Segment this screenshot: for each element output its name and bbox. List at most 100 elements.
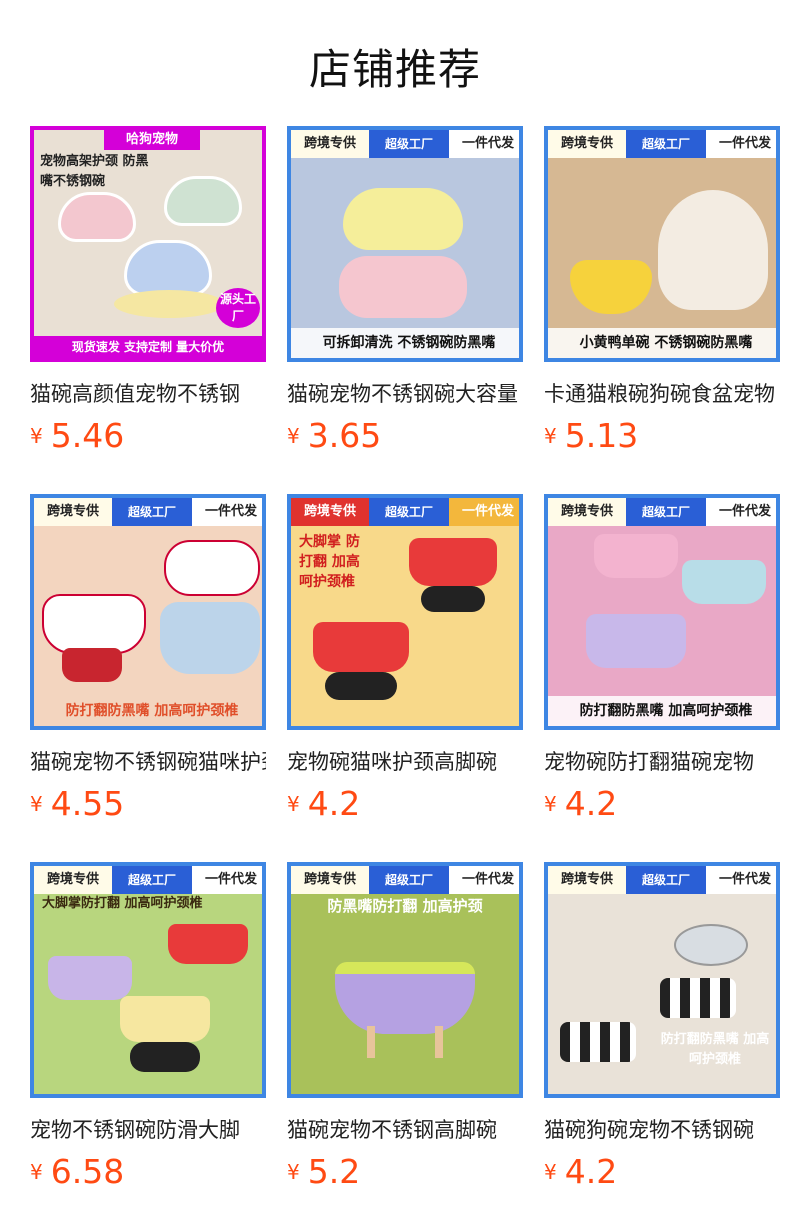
product-image[interactable]: 哈狗宠物 宠物高架护颈 防黑嘴不锈钢碗 源头工厂 现货速发 支持定制 量大价优: [30, 126, 266, 362]
image-bottom-band: 防打翻防黑嘴 加高呵护颈椎: [65, 703, 239, 719]
product-title[interactable]: 猫碗高颜值宠物不锈钢: [30, 378, 266, 408]
tag-super-factory: 超级工厂: [626, 498, 706, 526]
currency-symbol: ¥: [544, 1160, 557, 1184]
product-title[interactable]: 宠物碗猫咪护颈高脚碗: [287, 746, 523, 776]
price-value: 4.2: [564, 1152, 618, 1191]
image-overlay-text: 大脚掌防打翻 加高呵护颈椎: [42, 896, 203, 911]
currency-symbol: ¥: [30, 792, 43, 816]
image-overlay-text: 防黑嘴防打翻 加高护颈: [327, 897, 483, 915]
tag-super-factory: 超级工厂: [626, 130, 706, 158]
product-image[interactable]: 跨境专供 超级工厂 一件代发 大脚掌防打翻 加高呵护颈椎: [30, 862, 266, 1098]
product-price: ¥4.55: [30, 784, 124, 824]
product-image[interactable]: 跨境专供 超级工厂 一件代发 防打翻防黑嘴 加高呵护颈椎: [544, 494, 780, 730]
tag-super-factory: 超级工厂: [112, 866, 192, 894]
image-overlay-text: 大脚掌 防打翻 加高呵护颈椎: [299, 534, 360, 590]
price-value: 5.13: [564, 416, 639, 455]
tag-super-factory: 超级工厂: [112, 498, 192, 526]
bowl-feet: [325, 672, 397, 700]
tag-cross-border: 跨境专供: [291, 498, 369, 526]
tag-dropship: 一件代发: [449, 130, 519, 158]
bowl-shape: [58, 192, 136, 242]
bowl-shape: [586, 614, 686, 668]
currency-symbol: ¥: [30, 1160, 43, 1184]
currency-symbol: ¥: [287, 792, 300, 816]
bowl-shape: [42, 594, 146, 654]
currency-symbol: ¥: [287, 424, 300, 448]
product-price: ¥4.2: [544, 784, 617, 824]
tag-cross-border: 跨境专供: [291, 130, 369, 158]
image-top-band: 跨境专供 超级工厂 一件代发: [548, 130, 776, 158]
product-title[interactable]: 猫碗宠物不锈钢碗猫咪护颈: [30, 746, 266, 776]
price-value: 5.2: [307, 1152, 361, 1191]
tag-dropship: 一件代发: [449, 498, 519, 526]
image-top-label: 哈狗宠物: [104, 130, 200, 150]
price-value: 5.46: [50, 416, 125, 455]
product-image[interactable]: 跨境专供 超级工厂 一件代发 防打翻防黑嘴 加高呵护颈椎: [544, 862, 780, 1098]
currency-symbol: ¥: [544, 424, 557, 448]
product-title[interactable]: 猫碗狗碗宠物不锈钢碗: [544, 1114, 780, 1144]
bowl-legs: [367, 1026, 443, 1058]
product-image[interactable]: 跨境专供 超级工厂 一件代发 可拆卸清洗 不锈钢碗防黑嘴: [287, 126, 523, 362]
tag-cross-border: 跨境专供: [34, 866, 112, 894]
image-top-band: 跨境专供 超级工厂 一件代发: [291, 130, 519, 158]
bowl-shape: [168, 924, 248, 964]
price-value: 4.2: [564, 784, 618, 823]
cat-shape: [658, 190, 768, 310]
product-price: ¥5.46: [30, 416, 124, 456]
bowl-shape: [343, 188, 463, 250]
page-title: 店铺推荐: [308, 45, 481, 94]
price-value: 3.65: [307, 416, 382, 455]
tag-dropship: 一件代发: [192, 498, 262, 526]
currency-symbol: ¥: [30, 424, 43, 448]
image-overlay-text: 宠物高架护颈 防黑嘴不锈钢碗: [40, 154, 149, 189]
image-top-band: 跨境专供 超级工厂 一件代发: [291, 866, 519, 894]
currency-symbol: ¥: [287, 1160, 300, 1184]
bowl-feet: [421, 586, 485, 612]
bowl-shape: [124, 240, 212, 296]
tag-dropship: 一件代发: [192, 866, 262, 894]
bowl-feet: [130, 1042, 200, 1072]
tag-dropship: 一件代发: [449, 866, 519, 894]
tag-dropship: 一件代发: [706, 498, 776, 526]
bowl-shape: [560, 1022, 636, 1062]
bowl-shape: [120, 996, 210, 1042]
image-bottom-band: 小黄鸭单碗 不锈钢碗防黑嘴: [548, 328, 776, 358]
bowl-shape: [409, 538, 497, 586]
tag-dropship: 一件代发: [706, 130, 776, 158]
product-image[interactable]: 跨境专供 超级工厂 一件代发 防打翻防黑嘴 加高呵护颈椎: [30, 494, 266, 730]
product-image[interactable]: 跨境专供 超级工厂 一件代发 小黄鸭单碗 不锈钢碗防黑嘴: [544, 126, 780, 362]
bowl-shape: [594, 534, 678, 578]
bowl-shape: [335, 962, 475, 1034]
product-title[interactable]: 宠物碗防打翻猫碗宠物: [544, 746, 780, 776]
image-top-band: 跨境专供 超级工厂 一件代发: [34, 498, 262, 526]
bowl-shape: [164, 540, 260, 596]
product-price: ¥5.13: [544, 416, 638, 456]
bowl-shape: [164, 176, 242, 226]
product-image[interactable]: 跨境专供 超级工厂 一件代发 防黑嘴防打翻 加高护颈: [287, 862, 523, 1098]
price-value: 4.55: [50, 784, 125, 823]
corner-badge: 源头工厂: [216, 288, 260, 328]
image-top-band: 跨境专供 超级工厂 一件代发: [291, 498, 519, 526]
product-title[interactable]: 猫碗宠物不锈钢高脚碗: [287, 1114, 523, 1144]
image-top-band: 跨境专供 超级工厂 一件代发: [548, 866, 776, 894]
tag-cross-border: 跨境专供: [548, 498, 626, 526]
product-price: ¥4.2: [544, 1152, 617, 1192]
tag-cross-border: 跨境专供: [291, 866, 369, 894]
product-image[interactable]: 跨境专供 超级工厂 一件代发 大脚掌 防打翻 加高呵护颈椎: [287, 494, 523, 730]
bowl-shape: [48, 956, 132, 1000]
product-title[interactable]: 卡通猫粮碗狗碗食盆宠物: [544, 378, 780, 408]
product-title[interactable]: 宠物不锈钢碗防滑大脚: [30, 1114, 266, 1144]
tag-super-factory: 超级工厂: [369, 130, 449, 158]
bowl-shape: [674, 924, 748, 966]
price-value: 4.2: [307, 784, 361, 823]
tag-cross-border: 跨境专供: [34, 498, 112, 526]
tag-super-factory: 超级工厂: [369, 498, 449, 526]
product-title[interactable]: 猫碗宠物不锈钢碗大容量: [287, 378, 523, 408]
image-overlay-text: 防打翻防黑嘴 加高呵护颈椎: [660, 1032, 770, 1067]
image-top-band: 跨境专供 超级工厂 一件代发: [34, 866, 262, 894]
image-bottom-band: 防打翻防黑嘴 加高呵护颈椎: [548, 696, 776, 726]
bowl-stand: [62, 648, 122, 682]
bowl-shape: [660, 978, 736, 1018]
price-value: 6.58: [50, 1152, 125, 1191]
image-bottom-band: 可拆卸清洗 不锈钢碗防黑嘴: [291, 328, 519, 358]
